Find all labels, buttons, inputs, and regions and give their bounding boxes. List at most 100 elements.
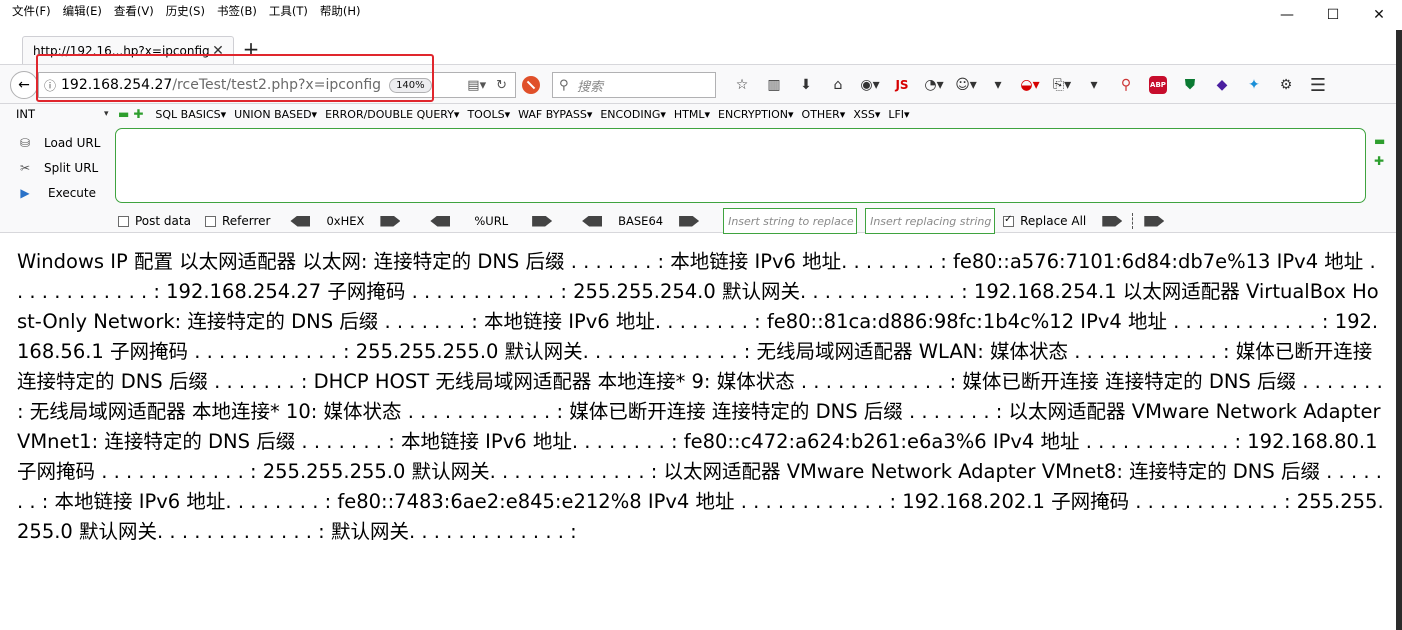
load-url-button[interactable]: ⛁ Load URL: [14, 130, 100, 155]
stop-icon[interactable]: [522, 76, 540, 94]
separator-caret-icon[interactable]: ▾: [982, 74, 1014, 96]
post-data-label: Post data: [135, 214, 191, 228]
execute-label: Execute: [48, 185, 96, 200]
hex-label: 0xHEX: [326, 214, 365, 228]
menu-html[interactable]: HTML▾: [674, 108, 710, 121]
info-icon[interactable]: ⓘ: [39, 77, 61, 94]
back-button[interactable]: ←: [10, 71, 38, 99]
menu-encoding[interactable]: ENCODING▾: [600, 108, 666, 121]
hex-decode-arrow-icon[interactable]: [290, 215, 311, 227]
url-bar[interactable]: ⓘ 192.168.254.27/rceTest/test2.php?x=ipc…: [38, 72, 516, 98]
int-select-caret-icon[interactable]: ▾: [104, 109, 114, 119]
menu-help[interactable]: 帮助(H): [314, 3, 367, 19]
int-select[interactable]: INT: [16, 107, 100, 121]
tab-active[interactable]: http://192.16...hp?x=ipconfig ✕: [22, 36, 234, 64]
replace-arrow-icon[interactable]: [1102, 215, 1123, 227]
insert-replacing-input[interactable]: Insert replacing string: [865, 208, 996, 234]
hackbar-url-textarea[interactable]: [115, 128, 1366, 203]
globe-icon[interactable]: ◉▾: [854, 74, 886, 96]
tab-close-icon[interactable]: ✕: [209, 43, 227, 59]
menu-encryption[interactable]: ENCRYPTION▾: [718, 108, 794, 121]
wappalyzer-icon[interactable]: ✦: [1238, 74, 1270, 96]
bookmark-star-icon[interactable]: ☆: [726, 74, 758, 96]
url-path: /rceTest/test2.php?x=ipconfig: [172, 77, 382, 93]
reload-icon[interactable]: ↻: [496, 78, 507, 93]
minus-icon[interactable]: ▬: [118, 107, 129, 121]
referrer-checkbox[interactable]: [204, 215, 216, 227]
load-url-icon: ⛁: [19, 135, 31, 150]
adblock-icon[interactable]: ABP: [1142, 74, 1174, 96]
menu-tools-hb[interactable]: TOOLS▾: [467, 108, 510, 121]
adblock-label: ABP: [1149, 76, 1167, 94]
post-data-option[interactable]: Post data: [118, 214, 191, 228]
url-decode-arrow-icon[interactable]: [430, 215, 451, 227]
execute-button[interactable]: ▶ Execute: [14, 180, 100, 205]
window-edge: [1396, 30, 1402, 630]
replace-next-arrow-icon[interactable]: [1144, 215, 1165, 227]
home-icon[interactable]: ⌂: [822, 74, 854, 96]
maximize-button[interactable]: ☐: [1310, 0, 1356, 30]
zoom-level-badge[interactable]: 140%: [389, 77, 432, 93]
split-url-button[interactable]: ✂ Split URL: [14, 155, 100, 180]
menu-view[interactable]: 查看(V): [108, 3, 160, 19]
url-text[interactable]: 192.168.254.27/rceTest/test2.php?x=ipcon…: [61, 77, 381, 93]
library-icon[interactable]: ▥: [758, 74, 790, 96]
minimize-button[interactable]: —: [1264, 0, 1310, 30]
hex-encode-arrow-icon[interactable]: [380, 215, 401, 227]
menu-xss[interactable]: XSS▾: [853, 108, 880, 121]
plus-icon[interactable]: ✚: [133, 107, 143, 121]
url-encode-arrow-icon[interactable]: [532, 215, 553, 227]
shield-icon[interactable]: ⛊: [1174, 74, 1206, 96]
hamburger-menu-icon[interactable]: ☰: [1302, 74, 1334, 96]
menu-error-double-query[interactable]: ERROR/DOUBLE QUERY▾: [325, 108, 459, 121]
menu-file[interactable]: 文件(F): [6, 3, 57, 19]
window-controls: — ☐ ✕: [1264, 0, 1402, 30]
diamond-icon[interactable]: ◆: [1206, 74, 1238, 96]
search-ext-icon[interactable]: ⚲: [1110, 74, 1142, 96]
reader-view-icon[interactable]: ▤▾: [467, 78, 486, 93]
replace-all-checkbox[interactable]: [1003, 214, 1015, 227]
search-input[interactable]: 搜索: [577, 76, 603, 95]
hackbar-ext-icon[interactable]: ◒▾: [1014, 74, 1046, 96]
base64-decode-arrow-icon[interactable]: [582, 215, 603, 227]
menu-lfi[interactable]: LFI▾: [888, 108, 909, 121]
hackbar-menu: INT ▾ ▬ ✚ SQL BASICS▾ UNION BASED▾ ERROR…: [16, 107, 910, 121]
menu-history[interactable]: 历史(S): [160, 3, 211, 19]
close-window-button[interactable]: ✕: [1356, 0, 1402, 30]
search-bar[interactable]: ⚲ 搜索: [552, 72, 716, 98]
menu-sql-basics[interactable]: SQL BASICS▾: [155, 108, 226, 121]
tab-title: http://192.16...hp?x=ipconfig: [33, 43, 209, 58]
expand-icon[interactable]: ✚: [1374, 154, 1385, 168]
download-icon[interactable]: ⬇: [790, 74, 822, 96]
new-tab-button[interactable]: +: [240, 38, 262, 60]
insert-string-input[interactable]: Insert string to replace: [723, 208, 858, 234]
referrer-option[interactable]: Referrer: [204, 214, 270, 228]
base64-encoder: BASE64: [576, 214, 705, 228]
js-toggle-icon[interactable]: JS: [886, 74, 918, 96]
cookie-icon[interactable]: ☺▾: [950, 74, 982, 96]
load-url-label: Load URL: [44, 135, 101, 150]
hex-encoder: 0xHEX: [284, 214, 406, 228]
separator: [1132, 213, 1134, 229]
replace-all-option[interactable]: Replace All: [1003, 214, 1086, 228]
chrome-ext-icon[interactable]: ◔▾: [918, 74, 950, 96]
post-data-checkbox[interactable]: [118, 215, 129, 227]
tab-strip: http://192.16...hp?x=ipconfig ✕ +: [0, 30, 1402, 64]
page-output-text: Windows IP 配置 以太网适配器 以太网: 连接特定的 DNS 后缀 .…: [17, 250, 1384, 543]
base64-encode-arrow-icon[interactable]: [679, 215, 700, 227]
hackbar-actions: ⛁ Load URL ✂ Split URL ▶ Execute: [14, 130, 100, 205]
menu-tools[interactable]: 工具(T): [263, 3, 314, 19]
url-encoder: %URL: [424, 214, 558, 228]
caret-icon[interactable]: ▾: [1078, 74, 1110, 96]
menu-bookmarks[interactable]: 书签(B): [211, 3, 263, 19]
screenshot-icon[interactable]: ⎘▾: [1046, 74, 1078, 96]
menu-union-based[interactable]: UNION BASED▾: [234, 108, 317, 121]
menu-other[interactable]: OTHER▾: [802, 108, 846, 121]
shrink-icon[interactable]: ▬: [1374, 134, 1385, 148]
split-url-label: Split URL: [44, 160, 99, 175]
menu-waf-bypass[interactable]: WAF BYPASS▾: [518, 108, 592, 121]
replace-all-label: Replace All: [1020, 214, 1087, 228]
settings-gear-icon[interactable]: ⚙: [1270, 74, 1302, 96]
split-url-icon: ✂: [19, 160, 31, 175]
menu-edit[interactable]: 编辑(E): [57, 3, 108, 19]
